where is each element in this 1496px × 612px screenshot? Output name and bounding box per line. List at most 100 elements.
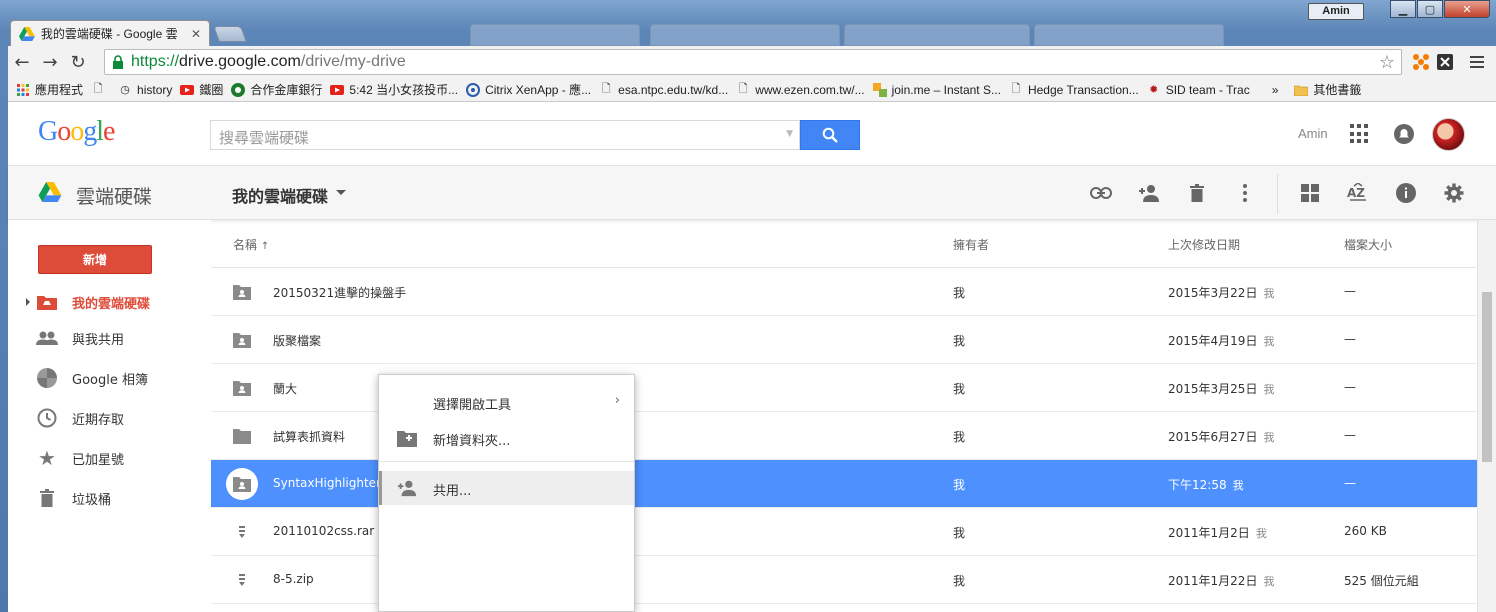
bookmark-esa[interactable]: 🗋 esa.ntpc.edu.tw/kd... — [599, 83, 729, 97]
file-row[interactable]: 版聚檔案 我 2015年4月19日我 — — [211, 316, 1477, 364]
google-logo[interactable]: Google — [38, 116, 115, 148]
browser-toolbar: ← → ↻ https://drive.google.com/drive/my-… — [8, 46, 1496, 78]
search-options-caret-icon[interactable]: ▼ — [786, 129, 793, 139]
extension-dots-icon[interactable] — [1410, 51, 1432, 73]
background-tab[interactable] — [470, 24, 640, 46]
file-row[interactable]: 20150321進擊的操盤手 我 2015年3月22日我 — — [211, 268, 1477, 316]
breadcrumb-dropdown-icon[interactable] — [336, 190, 346, 195]
close-window-button[interactable]: ✕ — [1444, 0, 1490, 18]
get-link-icon[interactable] — [1089, 181, 1113, 205]
menu-item-open-with[interactable]: 選擇開啟工具 › — [379, 385, 634, 419]
extension-x-icon[interactable] — [1434, 51, 1456, 73]
bookmark-label: 合作金庫銀行 — [250, 83, 323, 97]
photos-icon — [36, 367, 58, 389]
bookmark-joinme[interactable]: join.me – Instant S... — [872, 82, 1001, 97]
bookmark-star-icon[interactable]: ☆ — [1379, 52, 1395, 73]
address-bar[interactable]: https://drive.google.com/drive/my-drive … — [104, 49, 1402, 75]
tab-active[interactable]: 我的雲端硬碟 - Google 雲 ✕ — [10, 20, 210, 46]
bookmark-label: Citrix XenApp - 應... — [485, 83, 592, 97]
expand-arrow-icon[interactable] — [26, 298, 30, 306]
column-header-size[interactable]: 檔案大小 — [1344, 236, 1392, 253]
search-input[interactable]: 搜尋雲端硬碟 ▼ — [210, 120, 800, 150]
clock-icon: ◷ — [120, 84, 130, 96]
star-icon: ★ — [38, 446, 56, 470]
bookmark-label: SID team - Trac — [1165, 82, 1250, 97]
sidebar-item-label: 垃圾桶 — [72, 492, 112, 508]
settings-gear-icon[interactable] — [1442, 181, 1466, 205]
file-modified: 2011年1月2日我 — [1168, 524, 1267, 541]
bookmark-page[interactable]: 🗋 — [91, 83, 110, 97]
forward-arrow-icon[interactable]: → — [36, 48, 64, 76]
more-actions-icon[interactable] — [1233, 181, 1257, 205]
tab-title: 我的雲端硬碟 - Google 雲 — [40, 27, 178, 41]
file-name: 8-5.zip — [273, 572, 314, 586]
file-owner: 我 — [953, 526, 966, 540]
account-name[interactable]: Amin — [1298, 126, 1328, 141]
selected-item-badge — [226, 468, 258, 500]
file-owner: 我 — [953, 382, 966, 396]
menu-item-share[interactable]: 共用... — [379, 471, 634, 505]
sidebar-item-trash[interactable]: 垃圾桶 — [8, 478, 211, 518]
new-button[interactable]: 新增 — [38, 245, 152, 274]
sort-arrow-icon[interactable]: ↑ — [261, 241, 269, 252]
file-name: 蘭大 — [273, 382, 298, 396]
avatar[interactable] — [1432, 118, 1465, 151]
bookmark-apps[interactable]: 應用程式 — [16, 81, 83, 98]
bookmark-label: 鐵圈 — [199, 83, 224, 97]
column-label: 名稱 — [233, 238, 258, 252]
modified-date: 2011年1月22日 — [1168, 574, 1258, 588]
modified-date: 2015年3月22日 — [1168, 286, 1258, 300]
column-header-modified[interactable]: 上次修改日期 — [1168, 236, 1240, 253]
background-tab[interactable] — [650, 24, 840, 46]
maximize-button[interactable]: ▢ — [1417, 0, 1443, 18]
menu-item-new-folder[interactable]: 新增資料夾... — [379, 421, 634, 455]
bookmark-youtube[interactable]: 鐵圈 — [180, 81, 223, 98]
menu-item-label: 共用... — [433, 484, 472, 499]
breadcrumb[interactable]: 我的雲端硬碟 — [232, 183, 328, 207]
new-tab-button[interactable] — [213, 26, 247, 42]
scrollbar-thumb[interactable] — [1482, 292, 1492, 462]
sidebar-item-label: 近期存取 — [72, 412, 125, 428]
notifications-bell-icon[interactable] — [1394, 124, 1414, 144]
sidebar-item-my-drive[interactable]: 我的雲端硬碟 — [8, 282, 211, 322]
trash-icon[interactable] — [1185, 181, 1209, 205]
grid-view-icon[interactable] — [1298, 181, 1322, 205]
add-person-icon[interactable] — [1137, 181, 1161, 205]
column-header-name[interactable]: 名稱 ↑ — [233, 236, 269, 253]
background-tab[interactable] — [1034, 24, 1224, 46]
page-icon: 🗋 — [1011, 83, 1021, 95]
bookmark-history[interactable]: ◷ history — [118, 83, 172, 97]
reload-icon[interactable]: ↻ — [64, 48, 92, 76]
google-apps-icon[interactable] — [1350, 124, 1370, 144]
modified-by: 我 — [1255, 527, 1267, 540]
bookmark-hedge[interactable]: 🗋 Hedge Transaction... — [1009, 83, 1139, 97]
shared-folder-icon — [233, 285, 251, 300]
sidebar-item-starred[interactable]: ★ 已加星號 — [8, 438, 211, 478]
tab-close-icon[interactable]: ✕ — [191, 27, 201, 41]
sidebar-item-shared-with-me[interactable]: 與我共用 — [8, 318, 211, 358]
info-icon[interactable] — [1394, 181, 1418, 205]
search-button[interactable] — [800, 120, 860, 150]
bookmark-youtube-2[interactable]: 5:42 当小女孩投币... — [330, 81, 458, 98]
chrome-menu-icon[interactable] — [1466, 51, 1488, 73]
bookmark-other-folder[interactable]: 其他書籤 — [1294, 81, 1361, 98]
bookmark-citrix[interactable]: Citrix XenApp - 應... — [466, 81, 591, 98]
bookmark-trac[interactable]: ✹ SID team - Trac — [1147, 83, 1250, 97]
sort-az-icon[interactable]: AZ — [1346, 181, 1370, 205]
bookmark-bank[interactable]: 合作金庫銀行 — [231, 81, 322, 98]
bookmark-label: 5:42 当小女孩投币... — [349, 83, 459, 97]
bookmark-ezen[interactable]: 🗋 www.ezen.com.tw/... — [736, 83, 865, 97]
page-icon: 🗋 — [738, 83, 748, 95]
column-header-owner[interactable]: 擁有者 — [953, 236, 989, 253]
sidebar-item-google-photos[interactable]: Google 相簿 — [8, 358, 211, 398]
file-size: — — [1344, 284, 1356, 298]
back-arrow-icon[interactable]: ← — [8, 48, 36, 76]
minimize-button[interactable]: ▁ — [1390, 0, 1416, 18]
url-scheme: https:// — [131, 53, 180, 70]
drive-favicon-icon — [19, 26, 35, 41]
bookmarks-overflow-button[interactable]: » — [1272, 83, 1279, 97]
sidebar-item-recent[interactable]: 近期存取 — [8, 398, 211, 438]
background-tab[interactable] — [844, 24, 1030, 46]
scrollbar[interactable] — [1477, 220, 1496, 612]
share-person-icon — [397, 480, 417, 497]
